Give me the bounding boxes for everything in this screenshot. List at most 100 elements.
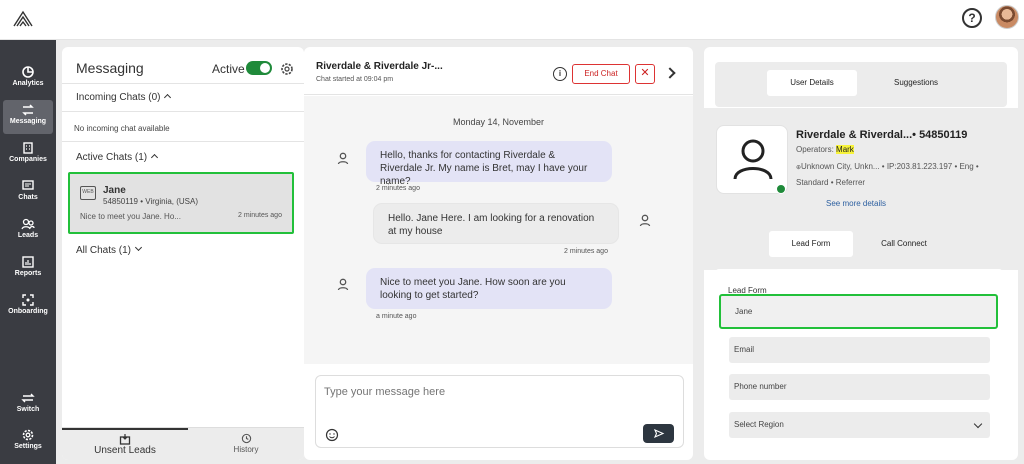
user-avatar[interactable]	[995, 5, 1019, 29]
visitor-standard: Standard • Referrer	[796, 178, 866, 187]
person-icon	[639, 214, 651, 227]
messaging-icon	[22, 104, 34, 116]
visitor-name: Riverdale & Riverdal...• 54850119	[796, 129, 968, 141]
divider	[62, 141, 304, 142]
region-select-label: Select Region	[734, 420, 784, 429]
name-field[interactable]: Jane	[719, 294, 998, 329]
chevron-down-icon	[973, 419, 983, 429]
nav-item-settings[interactable]: Settings	[3, 425, 53, 459]
all-chats-label: All Chats (1)	[76, 245, 132, 256]
online-status-dot	[776, 184, 786, 194]
nav-label: Reports	[14, 270, 42, 277]
unsent-leads-tab[interactable]: Unsent Leads	[62, 428, 188, 461]
tab-lead-form[interactable]: Lead Form	[769, 231, 853, 257]
top-bar: ?	[0, 0, 1024, 40]
divider	[62, 111, 304, 112]
chat-panel: Riverdale & Riverdale Jr-... Chat starte…	[304, 47, 693, 460]
person-icon	[337, 152, 349, 165]
end-chat-button[interactable]: End Chat	[572, 64, 630, 84]
nav-item-companies[interactable]: Companies	[3, 138, 53, 172]
visitor-avatar	[716, 125, 788, 194]
divider	[62, 83, 304, 84]
logo-icon[interactable]	[11, 7, 35, 31]
active-chat-card[interactable]: WEB Jane 54850119 • Virginia, (USA) Nice…	[68, 172, 294, 234]
visitor-location-text: Unknown City, Unkn... • IP:203.81.223.19…	[801, 162, 979, 171]
chat-time: 2 minutes ago	[238, 212, 282, 219]
incoming-chats-label: Incoming Chats (0)	[76, 92, 161, 103]
operators-label: Operators:	[796, 145, 834, 154]
info-icon[interactable]: i	[553, 67, 567, 81]
nav-item-messaging[interactable]: Messaging	[3, 100, 53, 134]
nav-item-leads[interactable]: Leads	[3, 214, 53, 248]
all-chats-header[interactable]: All Chats (1)	[76, 243, 143, 256]
nav-label: Onboarding	[8, 308, 48, 315]
onboarding-icon	[22, 294, 34, 306]
emoji-icon[interactable]	[325, 428, 339, 442]
chevron-right-icon[interactable]	[664, 67, 676, 79]
leads-icon	[21, 218, 35, 230]
lead-form: Lead Form Jane Email Phone number Select…	[715, 269, 1003, 460]
message-time: a minute ago	[376, 313, 417, 320]
chat-body: Monday 14, November Hello, thanks for co…	[304, 96, 693, 364]
nav-item-switch[interactable]: Switch	[3, 388, 53, 422]
inbox-icon	[119, 434, 131, 445]
close-chat-button[interactable]: ✕	[635, 64, 655, 84]
nav-label: Switch	[16, 406, 40, 413]
nav-item-analytics[interactable]: Analytics	[3, 62, 53, 96]
date-separator: Monday 14, November	[452, 117, 545, 127]
chat-contact-name: Jane	[103, 185, 126, 196]
visitor-location: ⊕Unknown City, Unkn... • IP:203.81.223.1…	[796, 162, 979, 171]
nav-item-chats[interactable]: Chats	[3, 176, 53, 210]
nav-label: Settings	[14, 443, 42, 450]
tab-suggestions[interactable]: Suggestions	[871, 70, 961, 96]
nav-label: Companies	[9, 156, 47, 163]
active-chats-label: Active Chats (1)	[76, 152, 148, 163]
tab-underline	[62, 428, 188, 430]
nav-label: Analytics	[12, 80, 44, 87]
chevron-up-icon	[151, 153, 159, 162]
history-tab[interactable]: History	[188, 428, 304, 461]
phone-field[interactable]: Phone number	[729, 374, 990, 400]
analytics-icon	[22, 66, 34, 78]
chat-preview: Nice to meet you Jane. Ho...	[80, 212, 181, 221]
chat-started-text: Chat started at 09:04 pm	[316, 76, 394, 83]
active-chats-header[interactable]: Active Chats (1)	[76, 152, 159, 163]
send-button[interactable]	[643, 424, 674, 443]
messaging-panel: Messaging Active Incoming Chats (0) No i…	[62, 47, 304, 460]
send-icon	[653, 428, 665, 439]
nav-item-onboarding[interactable]: Onboarding	[3, 290, 53, 324]
incoming-chats-header[interactable]: Incoming Chats (0)	[76, 92, 172, 103]
chat-title: Riverdale & Riverdale Jr-...	[316, 61, 443, 72]
region-select[interactable]: Select Region	[729, 412, 990, 438]
nav-item-reports[interactable]: Reports	[3, 252, 53, 286]
reports-icon	[22, 256, 34, 268]
web-source-icon: WEB	[80, 186, 96, 200]
message-input[interactable]	[324, 382, 664, 402]
email-field[interactable]: Email	[729, 337, 990, 363]
details-tabs: User Details Suggestions	[715, 62, 1007, 107]
message-time: 2 minutes ago	[376, 185, 420, 192]
gear-icon[interactable]	[280, 62, 294, 76]
active-toggle[interactable]	[246, 61, 272, 75]
messaging-footer: Unsent Leads History	[62, 427, 304, 460]
end-chat-label: End Chat	[584, 69, 618, 78]
operators-line: Operators: Mark	[796, 145, 854, 154]
active-label: Active	[212, 62, 245, 76]
help-icon[interactable]: ?	[962, 8, 982, 28]
operator-name: Mark	[836, 145, 854, 154]
left-nav: Analytics Messaging Companies Chats Lead…	[0, 40, 56, 464]
settings-icon	[22, 429, 34, 441]
tab-call-connect[interactable]: Call Connect	[861, 231, 947, 257]
nav-label: Chats	[18, 194, 38, 201]
user-details-card: Riverdale & Riverdal...• 54850119 Operat…	[704, 108, 1018, 215]
nav-label: Messaging	[9, 118, 47, 125]
tab-user-details[interactable]: User Details	[767, 70, 857, 96]
see-more-details-link[interactable]: See more details	[826, 199, 886, 208]
chats-icon	[22, 180, 34, 190]
agent-message: Nice to meet you Jane. How soon are you …	[366, 268, 612, 309]
companies-icon	[23, 142, 33, 154]
unsent-leads-label: Unsent Leads	[94, 445, 156, 456]
history-label: History	[233, 445, 259, 454]
chevron-down-icon	[134, 243, 143, 252]
history-icon	[241, 433, 251, 444]
